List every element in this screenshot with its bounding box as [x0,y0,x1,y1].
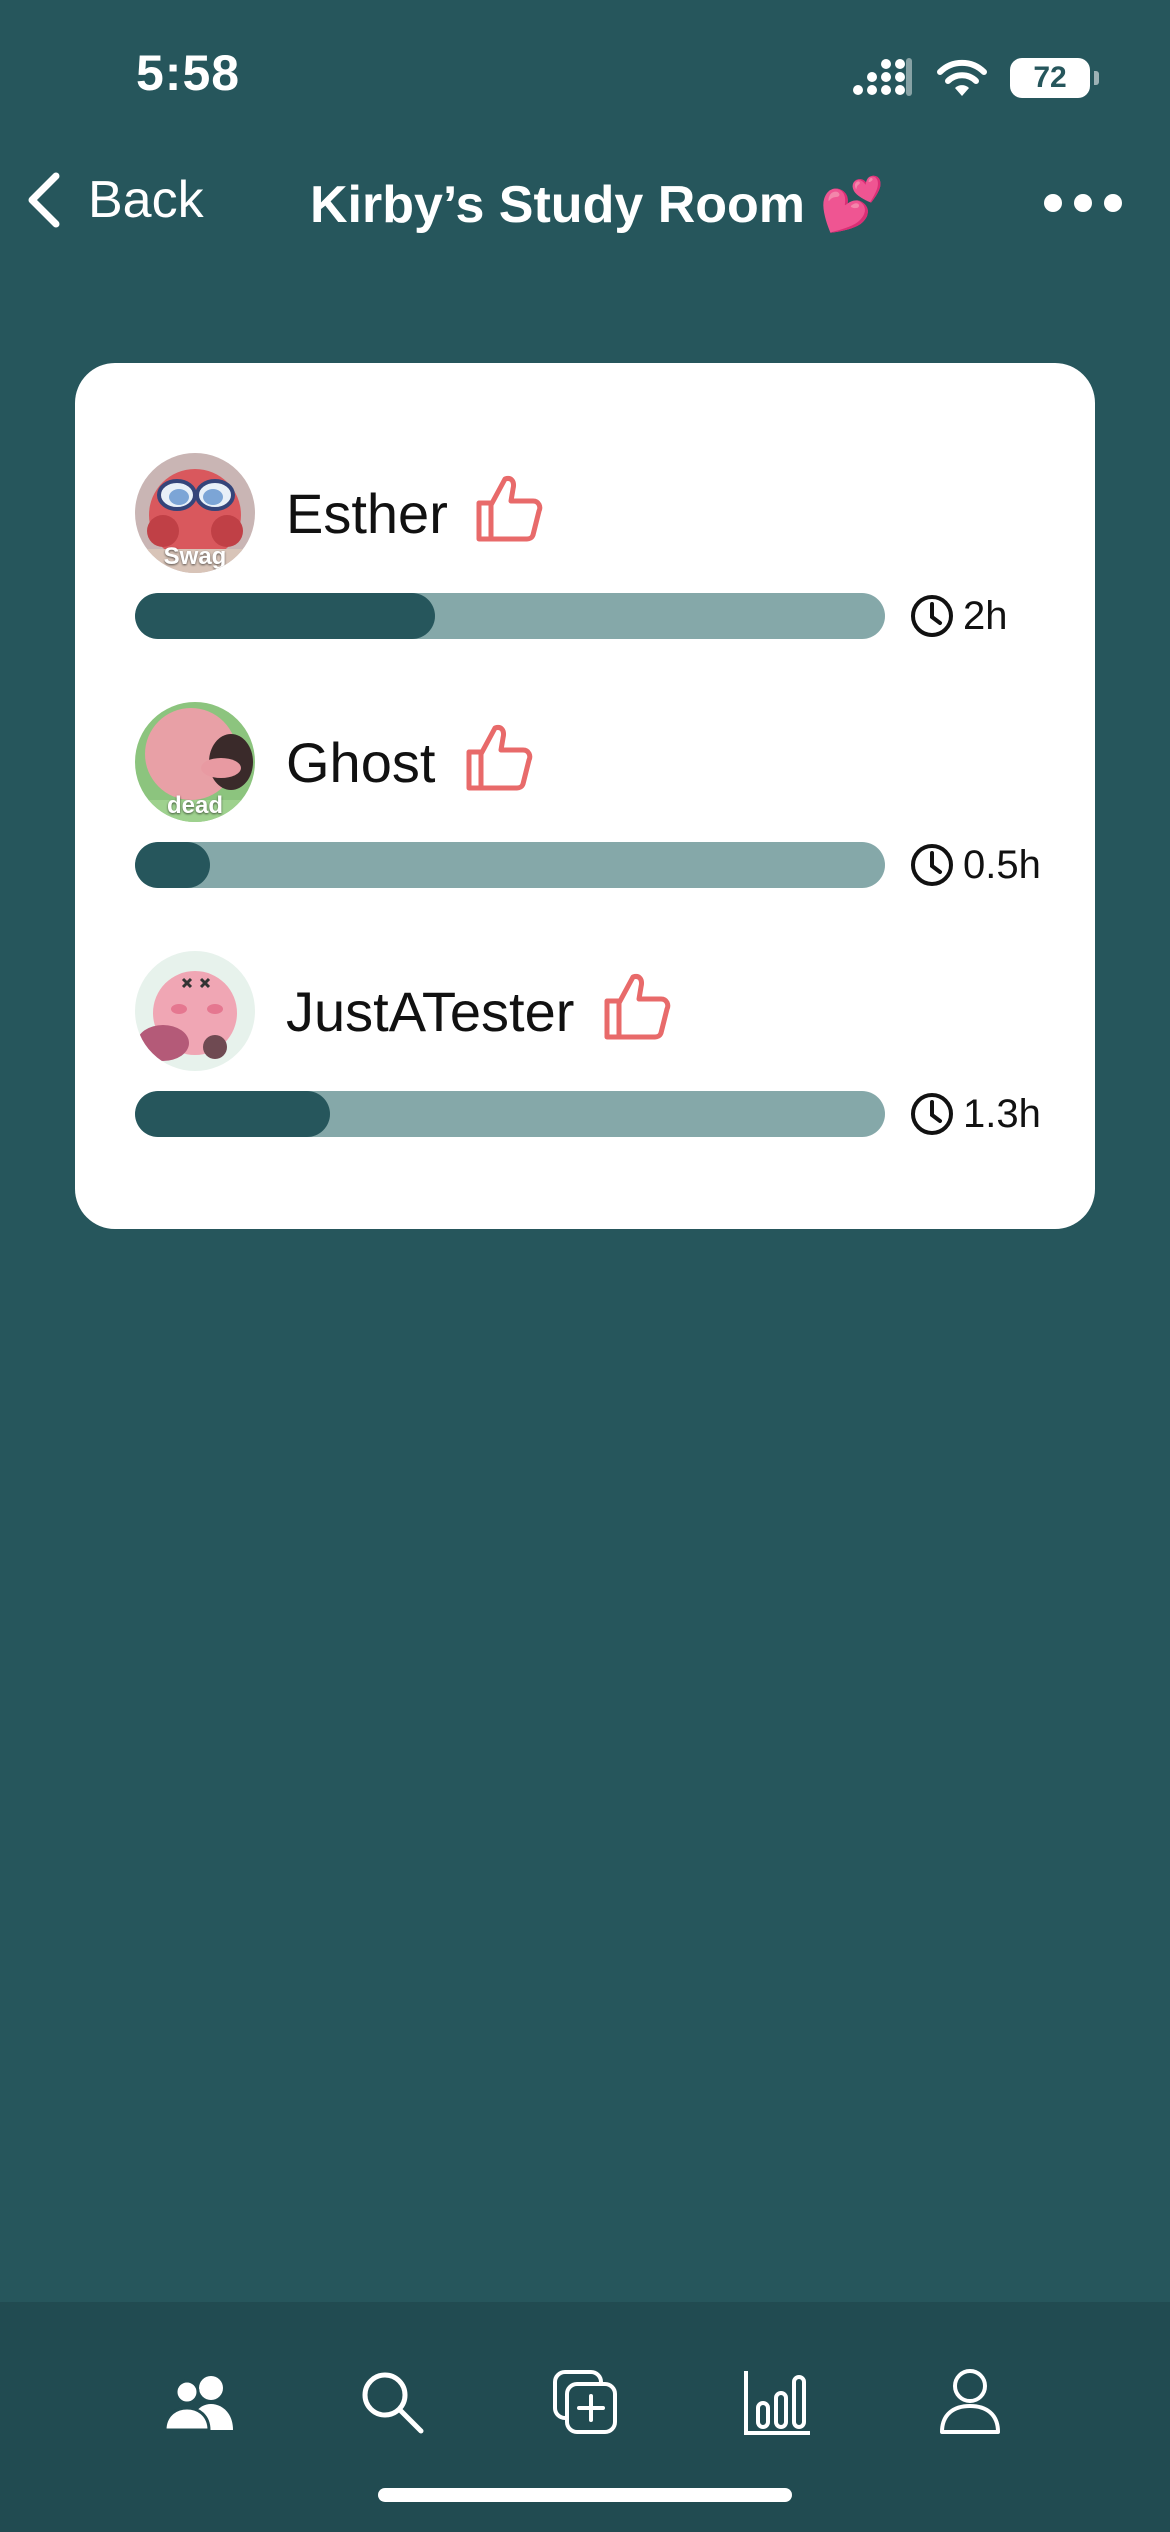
study-time-label: 0.5h [963,842,1041,887]
more-dot-icon [1044,194,1062,212]
back-button[interactable]: Back [24,170,204,230]
member-row: Swag Esther 2h [135,453,1075,663]
status-time: 5:58 [136,45,241,101]
search-icon [362,2372,424,2434]
more-options-button[interactable] [1044,194,1122,212]
study-progress-bar [135,593,885,639]
study-time-label: 2h [963,593,1008,638]
tab-profile[interactable] [930,2362,1010,2442]
study-progress-bar [135,842,885,888]
back-label: Back [88,171,204,229]
tab-search[interactable] [352,2362,432,2442]
member-name: Esther [286,482,448,545]
study-progress-fill [135,593,435,639]
member-name: JustATester [286,980,575,1043]
avatar[interactable] [135,951,255,1071]
study-time: 2h [909,593,1008,639]
battery-indicator: 72 [1010,58,1099,98]
avatar-image [135,951,255,1071]
member-name: Ghost [286,731,436,794]
people-icon [163,2376,233,2432]
avatar-caption: dead [166,792,223,819]
profile-icon [940,2369,1000,2434]
add-room-icon [553,2370,617,2434]
thumbs-up-icon[interactable] [465,722,533,794]
status-icons: 72 [852,54,1099,102]
clock-icon [911,844,953,886]
study-time: 0.5h [909,842,1041,888]
more-dot-icon [1074,194,1092,212]
tab-add-room[interactable] [545,2362,625,2442]
thumbs-up-icon[interactable] [603,971,671,1043]
study-progress-fill [135,842,210,888]
member-row: dead Ghost 0.5h [135,702,1075,912]
study-time: 1.3h [909,1091,1041,1137]
thumbs-up-icon[interactable] [475,473,543,545]
study-time-label: 1.3h [963,1091,1041,1136]
home-indicator [378,2488,792,2502]
member-row: JustATester 1.3h [135,951,1075,1161]
page-title: Kirby’s Study Room 💕 [310,176,885,234]
clock-icon [911,1093,953,1135]
cellular-signal-icon [853,58,912,96]
avatar[interactable]: dead [135,702,255,822]
tab-stats[interactable] [737,2362,817,2442]
wifi-icon [937,59,987,96]
study-progress-fill [135,1091,330,1137]
battery-level: 72 [1033,61,1067,94]
clock-icon [911,595,953,637]
more-dot-icon [1104,194,1122,212]
tab-people[interactable] [160,2362,240,2442]
avatar[interactable]: Swag [135,453,255,573]
chevron-left-icon [28,172,60,228]
members-card: Swag Esther 2h dead Ghost 0.5h JustATest… [75,363,1095,1229]
avatar-caption: Swag [163,543,227,570]
study-progress-bar [135,1091,885,1137]
stats-icon [744,2371,810,2435]
screen: 5:58 72 Back Kirby’s Study Room 💕 Swag E… [0,0,1170,2532]
